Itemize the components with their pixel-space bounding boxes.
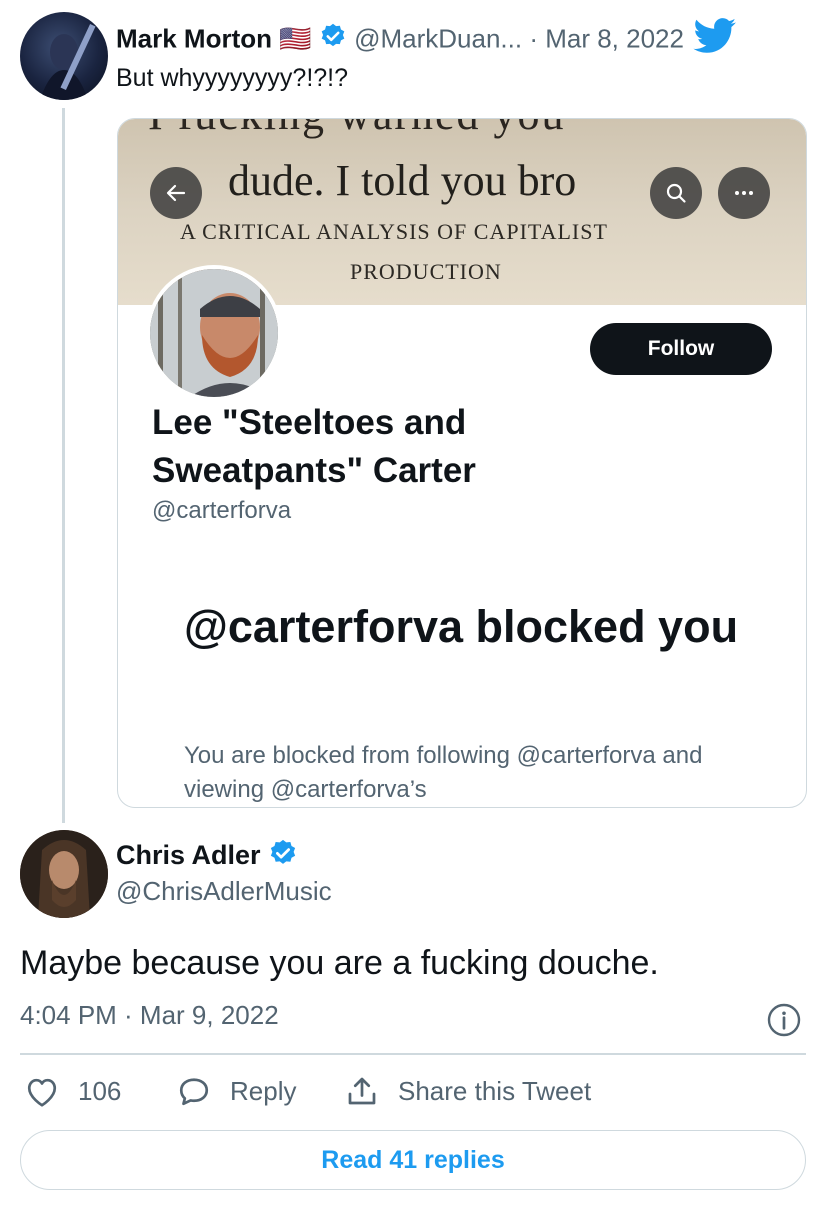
twitter-bird-icon [693,18,737,63]
tweet1-author-name[interactable]: Mark Morton [116,23,272,53]
read-replies-button[interactable]: Read 41 replies [20,1130,806,1190]
banner-text-line1: dude. I told you bro [228,156,577,205]
tweet1-handle[interactable]: @MarkDuan... [354,23,522,53]
divider [20,1053,806,1055]
tweet1-separator: · [529,23,538,54]
back-arrow-icon[interactable] [150,167,202,219]
profile-display-name: Lee "Steeltoes and Sweatpants" Carter [152,403,476,490]
tweet1-header: Mark Morton 🇺🇸 @MarkDuan... · Mar 8, 202… [116,18,816,54]
like-button[interactable]: 106 [24,1074,121,1108]
tweet1-date[interactable]: Mar 8, 2022 [545,23,684,53]
tweet1-text: But whyyyyyyyy?!?!? [116,64,349,92]
tweet2-author: Chris Adler [116,838,298,876]
tweet2-text: Maybe because you are a fucking douche. [20,944,659,982]
tweet2-author-name[interactable]: Chris Adler [116,840,261,870]
carter-profile-avatar[interactable] [146,265,282,401]
banner-text-line2: A CRITICAL ANALYSIS OF CAPITALIST [180,219,608,244]
embedded-screenshot[interactable]: I fucking warned you dude. I told you br… [117,118,807,808]
share-button[interactable]: Share this Tweet [344,1074,591,1108]
tweet2-timestamp[interactable]: 4:04 PM · Mar 9, 2022 [20,1000,279,1031]
banner-text-line3: PRODUCTION [350,259,502,284]
follow-button[interactable]: Follow [590,323,772,375]
us-flag-emoji: 🇺🇸 [279,23,312,54]
blocked-title: @carterforva blocked you [184,601,739,652]
verified-badge-icon [268,838,298,876]
share-icon [344,1074,380,1108]
info-icon[interactable] [766,1002,802,1043]
search-icon[interactable] [650,167,702,219]
heart-icon [24,1074,60,1108]
mark-morton-avatar[interactable] [20,12,108,100]
like-count: 106 [78,1075,122,1106]
reply-icon [176,1074,212,1108]
more-icon[interactable] [718,167,770,219]
reply-button[interactable]: Reply [176,1074,296,1108]
tweet2-handle[interactable]: @ChrisAdlerMusic [116,876,332,907]
reply-label: Reply [230,1075,297,1106]
chris-adler-avatar[interactable] [20,830,108,918]
thread-connector-line [62,108,65,823]
blocked-description: You are blocked from following @carterfo… [184,742,703,803]
share-label: Share this Tweet [398,1075,592,1106]
profile-handle: @carterforva [152,497,292,524]
verified-badge-icon [319,22,347,59]
banner-text-top: I fucking warned you [148,119,566,140]
